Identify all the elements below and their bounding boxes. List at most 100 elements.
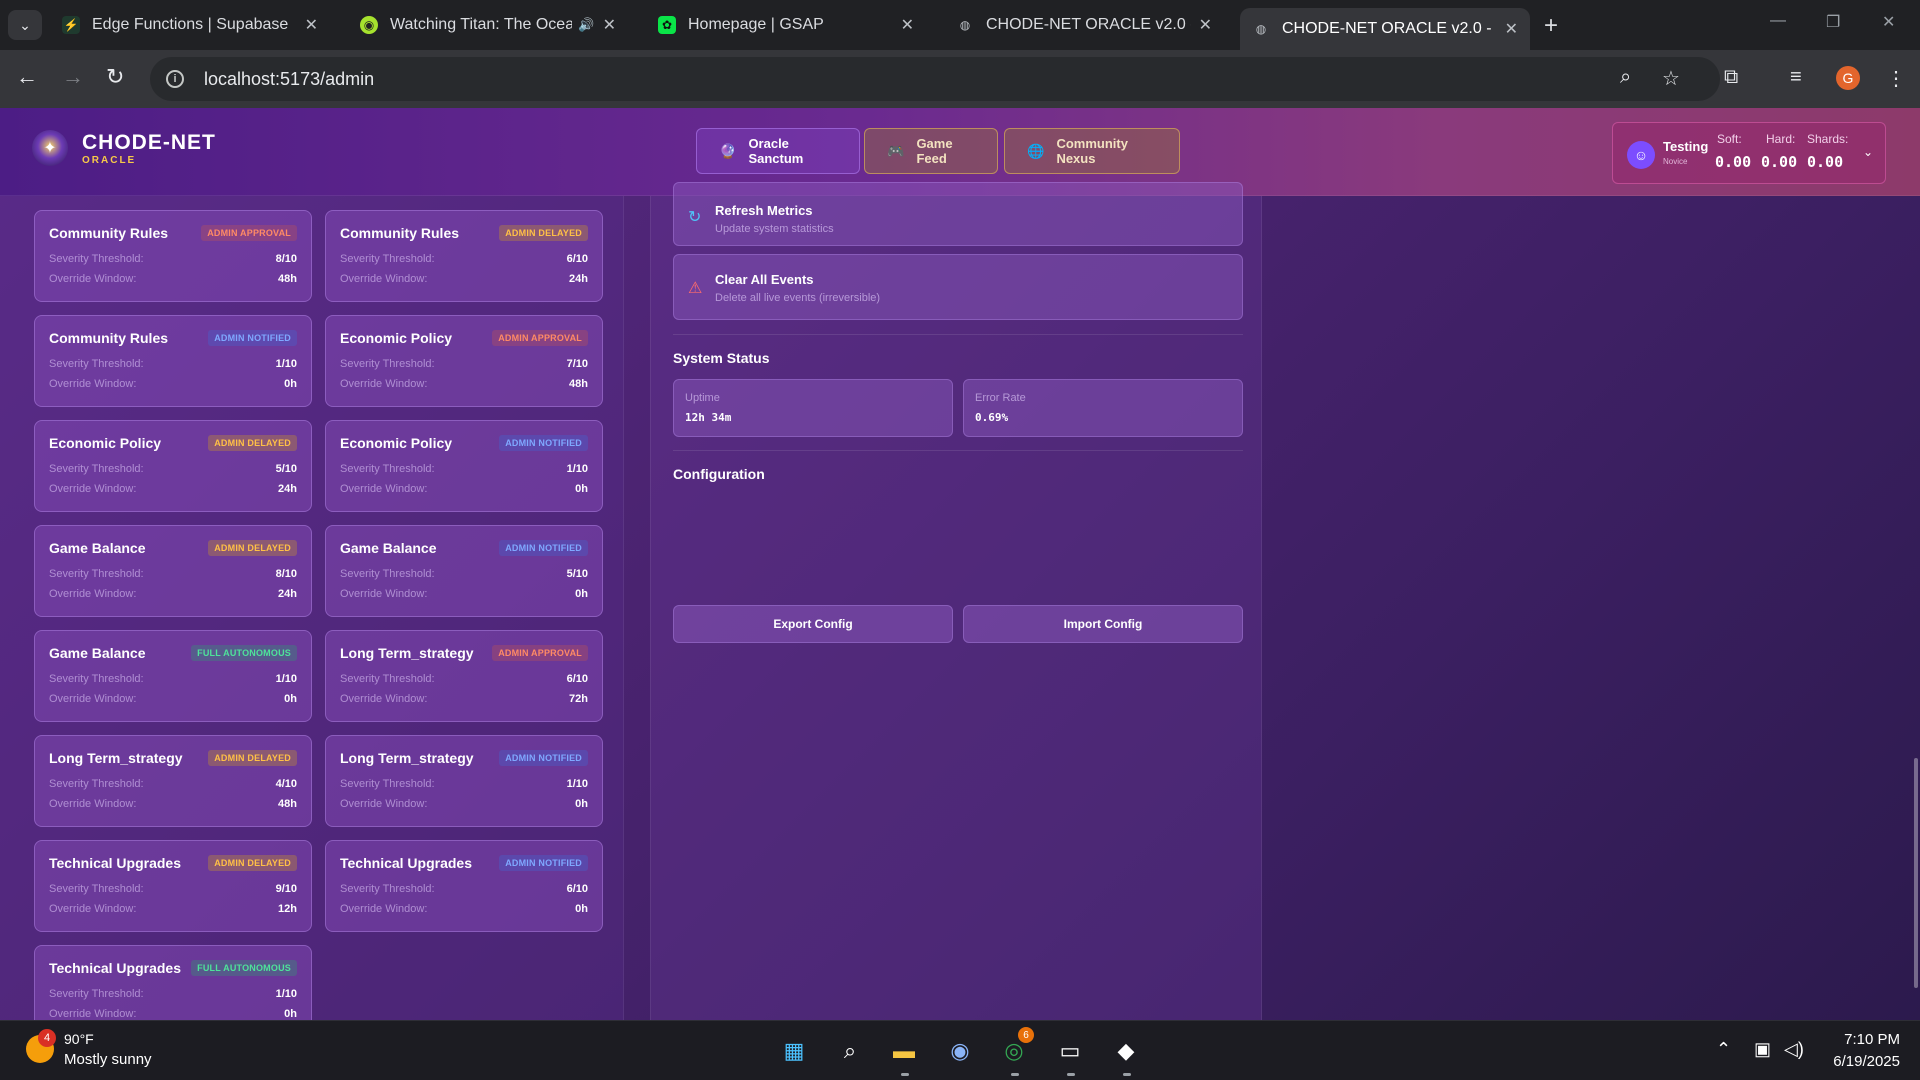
bookmark-star-icon[interactable]: ☆: [1662, 66, 1680, 91]
rule-card[interactable]: Economic Policy ADMIN APPROVAL Severity Th…: [325, 315, 603, 407]
nav-game-feed[interactable]: 🎮 Game Feed: [864, 128, 998, 174]
zoom-icon[interactable]: ⌕: [1620, 66, 1631, 89]
app-logo[interactable]: ✦ CHODE-NET ORACLE: [32, 130, 216, 166]
tab-search-button[interactable]: ⌄: [8, 10, 42, 40]
network-icon[interactable]: ▣: [1754, 1039, 1771, 1060]
close-icon[interactable]: ✕: [305, 15, 318, 35]
override-label: Override Window:: [340, 798, 428, 810]
nav-community-nexus[interactable]: 🌐 Community Nexus: [1004, 128, 1180, 174]
rule-card[interactable]: Technical Upgrades ADMIN NOTIFIED Severity…: [325, 840, 603, 932]
browser-tab-oracle-2[interactable]: ◍ CHODE-NET ORACLE v2.0 - Inte ✕: [1240, 8, 1530, 50]
windows-start-icon[interactable]: ▦: [778, 1035, 810, 1067]
rule-card[interactable]: Long Term_strategy ADMIN APPROVAL Severity…: [325, 630, 603, 722]
status-badge: ADMIN DELAYED: [208, 540, 297, 556]
severity-label: Severity Threshold:: [340, 883, 435, 895]
status-badge: ADMIN NOTIFIED: [499, 855, 588, 871]
severity-value: 5/10: [566, 568, 588, 580]
clear-events-button[interactable]: ⚠ Clear All Events Delete all live event…: [673, 254, 1243, 320]
rule-card-title: Game Balance: [49, 645, 146, 661]
close-icon[interactable]: ✕: [603, 15, 616, 35]
file-explorer-icon[interactable]: ▬: [888, 1035, 920, 1067]
rule-card[interactable]: Long Term_strategy ADMIN DELAYED Severity …: [34, 735, 312, 827]
severity-label: Severity Threshold:: [340, 778, 435, 790]
import-config-button[interactable]: Import Config: [963, 605, 1243, 643]
override-label: Override Window:: [49, 1008, 137, 1020]
close-icon[interactable]: ✕: [1505, 19, 1518, 39]
gsap-icon: ✿: [658, 16, 676, 34]
override-value: 0h: [575, 588, 588, 600]
override-value: 0h: [284, 1008, 297, 1020]
severity-label: Severity Threshold:: [340, 358, 435, 370]
user-name: Testing: [1663, 139, 1709, 154]
site-info-icon[interactable]: i: [166, 70, 184, 88]
menu-kebab-icon[interactable]: ⋮: [1886, 66, 1906, 91]
refresh-metrics-button[interactable]: ↻ Refresh Metrics Update system statisti…: [673, 182, 1243, 246]
forward-icon[interactable]: →: [62, 64, 84, 90]
rule-card-title: Community Rules: [49, 225, 169, 241]
rule-card[interactable]: Technical Upgrades ADMIN DELAYED Severity …: [34, 840, 312, 932]
hard-value: 0.00: [1761, 153, 1798, 171]
status-badge: ADMIN DELAYED: [208, 435, 297, 451]
severity-value: 8/10: [275, 568, 297, 580]
chevron-up-icon[interactable]: ⌃: [1716, 1039, 1731, 1060]
terminal-icon[interactable]: ▭: [1054, 1035, 1086, 1067]
user-menu[interactable]: ☺ Testing Novice Soft: 0.00 Hard: 0.00 S…: [1612, 122, 1886, 184]
browser-tab-gsap[interactable]: ✿ Homepage | GSAP ✕: [646, 8, 926, 42]
speaker-icon[interactable]: 🔊: [578, 17, 594, 33]
override-label: Override Window:: [49, 483, 137, 495]
new-tab-icon[interactable]: +: [1544, 12, 1558, 40]
rules-panel: Community Rules ADMIN APPROVAL Severity Th…: [0, 196, 624, 1020]
rule-card[interactable]: Community Rules ADMIN APPROVAL Severity Th…: [34, 210, 312, 302]
clock-time[interactable]: 7:10 PM: [1834, 1031, 1900, 1048]
severity-label: Severity Threshold:: [49, 778, 144, 790]
override-label: Override Window:: [49, 378, 137, 390]
restore-icon[interactable]: ❐: [1826, 12, 1840, 32]
export-config-button[interactable]: Export Config: [673, 605, 953, 643]
minimize-icon[interactable]: —: [1770, 12, 1786, 30]
logo-subtitle: ORACLE: [82, 154, 137, 166]
rule-card[interactable]: Game Balance FULL AUTONOMOUS Severity Thre…: [34, 630, 312, 722]
severity-value: 6/10: [566, 253, 588, 265]
rule-card[interactable]: Long Term_strategy ADMIN NOTIFIED Severity…: [325, 735, 603, 827]
globe-icon: 🌐: [1027, 142, 1045, 159]
window-close-icon[interactable]: ✕: [1882, 12, 1895, 32]
address-bar[interactable]: i localhost:5173/admin: [150, 57, 1720, 101]
rule-card[interactable]: Technical Upgrades FULL AUTONOMOUS Severit…: [34, 945, 312, 1020]
cube-app-icon[interactable]: ◆: [1110, 1035, 1142, 1067]
nav-oracle-sanctum[interactable]: 🔮 Oracle Sanctum: [696, 128, 860, 174]
status-badge: ADMIN DELAYED: [208, 855, 297, 871]
rule-card[interactable]: Game Balance ADMIN DELAYED Severity Thresh…: [34, 525, 312, 617]
page-viewport: ✦ CHODE-NET ORACLE 🔮 Oracle Sanctum 🎮 Ga…: [0, 108, 1920, 1020]
override-label: Override Window:: [49, 588, 137, 600]
browser-tab-titan[interactable]: ◉ Watching Titan: The Ocean 🔊 ✕: [348, 8, 628, 42]
clock-date[interactable]: 6/19/2025: [1820, 1053, 1900, 1070]
rule-card-title: Long Term_strategy: [340, 645, 474, 661]
back-icon[interactable]: ←: [16, 64, 38, 90]
close-icon[interactable]: ✕: [1199, 15, 1212, 35]
globe-icon: ◍: [959, 18, 971, 32]
godot-icon[interactable]: ◉: [944, 1035, 976, 1067]
override-value: 0h: [575, 903, 588, 915]
extensions-icon[interactable]: ⧉: [1724, 66, 1738, 89]
rule-card-title: Economic Policy: [340, 330, 453, 346]
rule-card[interactable]: Economic Policy ADMIN DELAYED Severity Thr…: [34, 420, 312, 512]
page-scrollbar[interactable]: [1914, 758, 1918, 988]
rule-card[interactable]: Game Balance ADMIN NOTIFIED Severity Thres…: [325, 525, 603, 617]
rule-card[interactable]: Economic Policy ADMIN NOTIFIED Severity Th…: [325, 420, 603, 512]
close-icon[interactable]: ✕: [901, 15, 914, 35]
browser-tab-oracle-1[interactable]: ◍ CHODE-NET ORACLE v2.0 - Inte ✕: [944, 8, 1224, 42]
reload-icon[interactable]: ↻: [106, 64, 124, 90]
browser-tab-supabase[interactable]: ⚡ Edge Functions | Supabase ✕: [50, 8, 330, 42]
media-control-icon[interactable]: ≡: [1790, 66, 1802, 89]
rule-card-title: Community Rules: [340, 225, 460, 241]
rule-card-title: Game Balance: [49, 540, 146, 556]
rule-card-title: Long Term_strategy: [49, 750, 183, 766]
override-label: Override Window:: [49, 798, 137, 810]
rule-card[interactable]: Community Rules ADMIN NOTIFIED Severity Th…: [34, 315, 312, 407]
status-badge: ADMIN NOTIFIED: [208, 330, 297, 346]
profile-avatar[interactable]: G: [1836, 66, 1860, 90]
rule-card-title: Community Rules: [49, 330, 169, 346]
volume-icon[interactable]: ◁): [1784, 1039, 1804, 1060]
rule-card[interactable]: Community Rules ADMIN DELAYED Severity Thr…: [325, 210, 603, 302]
search-icon[interactable]: ⌕: [834, 1035, 866, 1067]
